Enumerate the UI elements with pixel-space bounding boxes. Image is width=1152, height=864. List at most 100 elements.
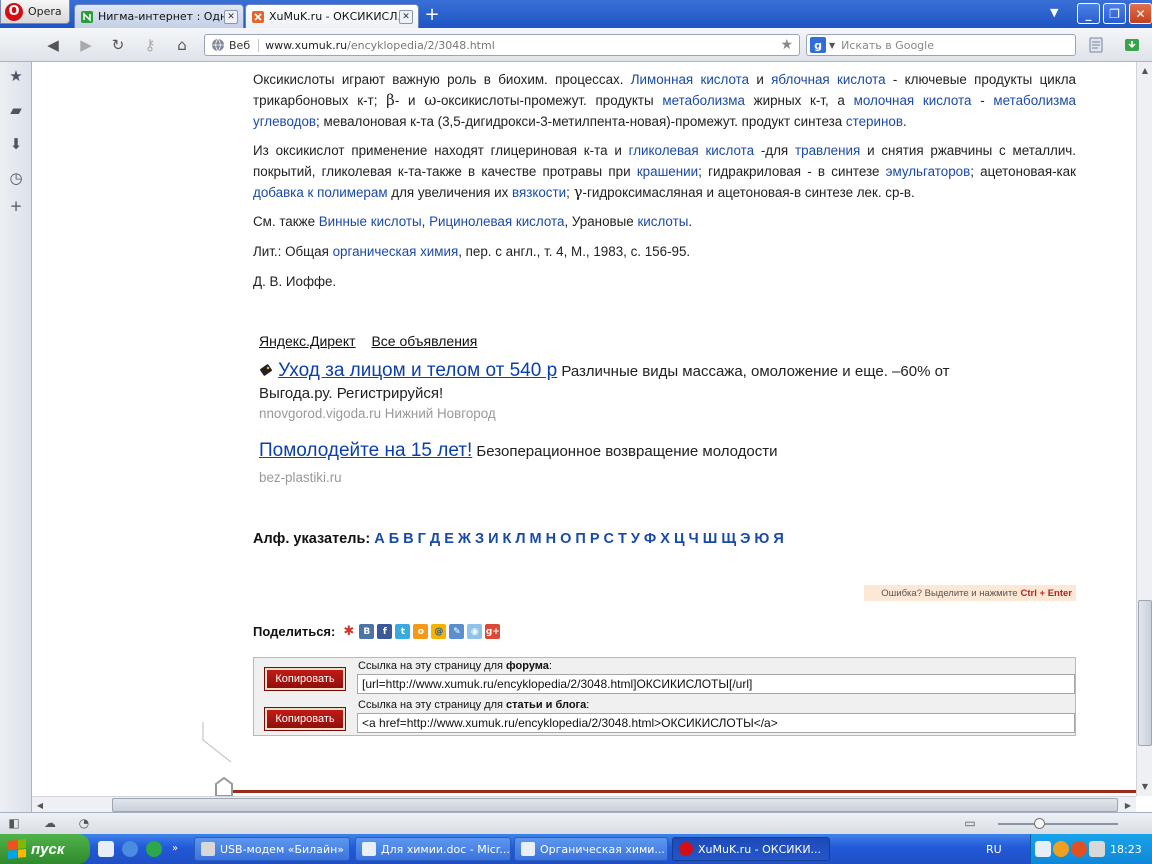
yaru-icon[interactable]: ◉ [467, 624, 483, 639]
bookmark-star-icon[interactable]: ★ [780, 37, 793, 53]
article-link[interactable]: Рицинолевая кислота [429, 214, 564, 229]
tab-close-icon[interactable]: ✕ [224, 9, 238, 24]
ad-2-url[interactable]: bez-plastiki.ru [259, 470, 1082, 485]
alphabet-letter-link[interactable]: И [488, 531, 498, 547]
tab-menu-chevron-down-icon[interactable]: ▼ [1050, 6, 1058, 19]
history-clock-icon[interactable]: ◷ [8, 169, 24, 187]
article-link[interactable]: Винные кислоты [319, 214, 422, 229]
forum-link-field[interactable]: [url=http://www.xumuk.ru/encyklopedia/2/… [357, 674, 1075, 694]
tray-word-icon[interactable] [1035, 841, 1051, 857]
downloads-icon[interactable] [1121, 34, 1143, 56]
address-bar[interactable]: Веб www.xumuk.ru/encyklopedia/2/3048.htm… [204, 34, 800, 56]
speed-dial-icon[interactable]: ◔ [76, 813, 92, 833]
ad-1-title-link[interactable]: Уход за лицом и телом от 540 р [278, 360, 557, 381]
tab-nigma[interactable]: Нигма-интернет : Одно... ✕ [74, 4, 244, 28]
page-tools-icon[interactable] [1085, 34, 1107, 56]
alphabet-letter-link[interactable]: Е [444, 531, 454, 547]
copy-blog-button[interactable]: Копировать [264, 707, 346, 731]
tab-xumuk[interactable]: XuMuK.ru - ОКСИКИСЛ... ✕ [245, 4, 419, 28]
cloud-icon[interactable]: ☁ [42, 813, 58, 833]
task-usb-modem[interactable]: USB-модем «Билайн» [194, 837, 350, 861]
vk-icon[interactable]: B [359, 624, 375, 639]
article-link[interactable]: травления [795, 143, 860, 158]
tray-app-icon[interactable] [1071, 841, 1087, 857]
task-organic-chem[interactable]: Органическая хими... [514, 837, 668, 861]
bookmarks-star-icon[interactable]: ★ [8, 67, 24, 85]
search-engine-chevron-down-icon[interactable]: ▼ [829, 41, 835, 50]
reload-icon[interactable]: ↻ [107, 34, 129, 56]
restore-icon[interactable]: ❐ [1103, 3, 1126, 24]
ad-1-url[interactable]: nnovgorod.vigoda.ru Нижний Новгород [259, 406, 1082, 421]
search-input[interactable]: Искать в Google [841, 39, 934, 52]
article-link[interactable]: стеринов [846, 114, 903, 129]
search-box[interactable]: g ▼ Искать в Google [806, 34, 1076, 56]
volume-icon[interactable] [1089, 841, 1105, 857]
alphabet-letter-link[interactable]: Л [515, 531, 525, 547]
horizontal-scrollbar[interactable]: ◀ ▶ [32, 796, 1136, 812]
article-link[interactable]: яблочная кислота [771, 72, 885, 87]
alphabet-letter-link[interactable]: Я [773, 531, 783, 547]
alphabet-letter-link[interactable]: Х [660, 531, 670, 547]
article-link[interactable]: добавка к полимерам [253, 185, 388, 200]
zoom-slider[interactable] [998, 823, 1118, 825]
task-word-doc[interactable]: Для химии.doc - Micr... [355, 837, 511, 861]
alphabet-letter-link[interactable]: Н [546, 531, 556, 547]
alphabet-letter-link[interactable]: Ш [703, 531, 718, 547]
new-tab-icon[interactable]: + [421, 4, 443, 25]
alphabet-letter-link[interactable]: В [403, 531, 413, 547]
language-indicator[interactable]: RU [986, 843, 1002, 856]
notes-icon[interactable]: ▰ [8, 101, 24, 119]
transfers-icon[interactable]: ⬇ [8, 135, 24, 153]
article-link[interactable]: гликолевая кислота [629, 143, 754, 158]
article-link[interactable]: вязкости [512, 185, 566, 200]
alphabet-letter-link[interactable]: Ц [674, 531, 685, 547]
tab-close-icon[interactable]: ✕ [399, 9, 413, 24]
alphabet-letter-link[interactable]: Т [618, 531, 627, 547]
ad-2-title-link[interactable]: Помолодейте на 15 лет! [259, 440, 472, 461]
yandex-direct-link[interactable]: Яндекс.Директ [259, 333, 356, 349]
scroll-up-icon[interactable]: ▲ [1137, 62, 1152, 78]
alphabet-letter-link[interactable]: У [631, 531, 640, 547]
panel-toggle-icon[interactable]: ◧ [6, 813, 22, 833]
vertical-scroll-thumb[interactable] [1138, 600, 1152, 746]
alphabet-letter-link[interactable]: Ю [754, 531, 769, 547]
key-icon[interactable]: ⚷ [139, 34, 161, 56]
alphabet-letter-link[interactable]: Щ [721, 531, 736, 547]
scroll-left-icon[interactable]: ◀ [32, 797, 48, 813]
alphabet-letter-link[interactable]: М [530, 531, 542, 547]
twitter-icon[interactable]: t [395, 624, 411, 639]
opera-menu-button[interactable]: O Opera [0, 0, 70, 24]
alphabet-letter-link[interactable]: С [604, 531, 614, 547]
add-panel-icon[interactable]: + [8, 197, 24, 215]
alphabet-letter-link[interactable]: Ж [458, 531, 471, 547]
alphabet-letter-link[interactable]: Э [740, 531, 750, 547]
tray-update-icon[interactable] [1053, 841, 1069, 857]
google-icon[interactable]: g [810, 37, 826, 53]
article-link[interactable]: Лимонная кислота [631, 72, 749, 87]
copy-forum-button[interactable]: Копировать [264, 667, 346, 691]
start-button[interactable]: пуск [0, 834, 90, 864]
article-link[interactable]: молочная кислота [854, 93, 972, 108]
article-link[interactable]: крашении [637, 164, 698, 179]
alphabet-letter-link[interactable]: Ф [644, 531, 656, 547]
back-arrow-icon[interactable]: ◀ [42, 34, 64, 56]
google-plus-icon[interactable]: g+ [485, 624, 501, 639]
view-icon[interactable]: ▭ [962, 813, 978, 833]
horizontal-scroll-thumb[interactable] [112, 798, 1118, 812]
alphabet-letter-link[interactable]: П [575, 531, 585, 547]
quicklaunch-more-icon[interactable]: » [172, 843, 182, 855]
facebook-icon[interactable]: f [377, 624, 393, 639]
scroll-down-icon[interactable]: ▼ [1137, 778, 1152, 794]
alphabet-letter-link[interactable]: А [374, 531, 384, 547]
ie-quicklaunch-icon[interactable] [122, 841, 138, 857]
task-xumuk[interactable]: XuMuK.ru - ОКСИКИ... [672, 837, 830, 861]
alphabet-letter-link[interactable]: З [475, 531, 484, 547]
blog-link-field[interactable]: <a href=http://www.xumuk.ru/encyklopedia… [357, 713, 1075, 733]
home-icon[interactable]: ⌂ [171, 34, 193, 56]
article-link[interactable]: органическая химия [333, 244, 459, 259]
app-quicklaunch-icon[interactable] [146, 841, 162, 857]
alphabet-letter-link[interactable]: Б [389, 531, 399, 547]
word-quicklaunch-icon[interactable] [98, 841, 114, 857]
alphabet-letter-link[interactable]: Г [418, 531, 426, 547]
vertical-scrollbar[interactable]: ▲ ▼ [1136, 62, 1152, 796]
